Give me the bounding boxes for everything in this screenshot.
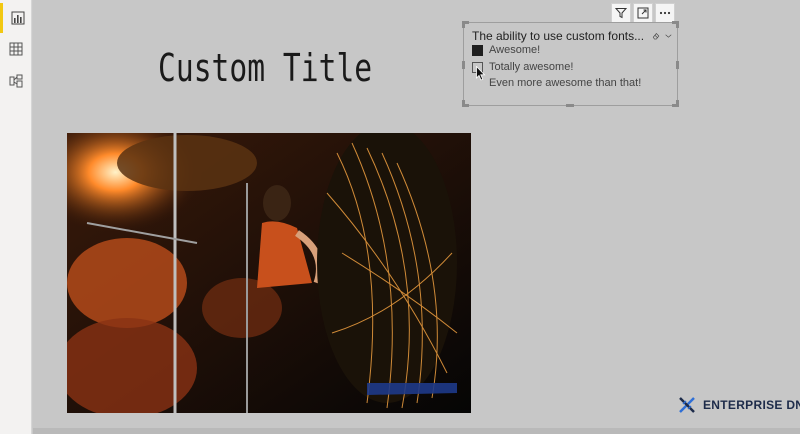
resize-handle[interactable] (462, 61, 465, 69)
resize-handle[interactable] (676, 100, 679, 107)
dna-icon (679, 397, 695, 413)
resize-handle[interactable] (566, 104, 574, 107)
chevron-down-icon[interactable] (665, 32, 672, 40)
slicer-item-totally-awesome[interactable]: Totally awesome! (472, 60, 573, 74)
slicer-item-label: Even more awesome than that! (489, 77, 642, 89)
focus-mode-button[interactable] (633, 3, 653, 23)
slicer-item-even-more-awesome[interactable]: Even more awesome than that! (489, 76, 641, 90)
visual-header-toolbar (611, 3, 675, 23)
filter-button[interactable] (611, 3, 631, 23)
report-view-button[interactable] (0, 3, 32, 33)
more-options-button[interactable] (655, 3, 675, 23)
eraser-icon[interactable] (652, 30, 660, 42)
canvas-footer (33, 428, 800, 434)
focus-mode-icon (637, 7, 649, 19)
slicer-visual[interactable]: The ability to use custom fonts... Aweso… (462, 21, 679, 107)
slicer-header: The ability to use custom fonts... (472, 28, 672, 44)
left-nav (0, 0, 32, 434)
resize-handle[interactable] (462, 21, 465, 28)
image-visual[interactable] (67, 133, 471, 413)
report-title[interactable]: Custom Title (158, 46, 372, 90)
bar-chart-icon (11, 11, 24, 25)
resize-handle[interactable] (676, 21, 679, 28)
logo-text: ENTERPRISE DNA (703, 398, 800, 412)
checkbox-checked[interactable] (472, 44, 483, 56)
slicer-item-label: Awesome! (489, 44, 541, 56)
table-icon (9, 42, 23, 56)
resize-handle[interactable] (462, 100, 465, 107)
resize-handle[interactable] (676, 61, 679, 69)
mouse-cursor-icon (476, 66, 486, 81)
slicer-item-awesome[interactable]: Awesome! (472, 43, 540, 57)
filter-icon (615, 8, 627, 19)
drummer-photo (67, 133, 471, 413)
slicer-item-label: Totally awesome! (489, 61, 574, 73)
model-icon (9, 74, 23, 88)
more-options-icon (659, 11, 671, 15)
slicer-title: The ability to use custom fonts... (472, 29, 645, 43)
model-view-button[interactable] (0, 66, 32, 96)
enterprise-dna-logo: ENTERPRISE DNA (677, 395, 800, 415)
data-view-button[interactable] (0, 34, 32, 64)
